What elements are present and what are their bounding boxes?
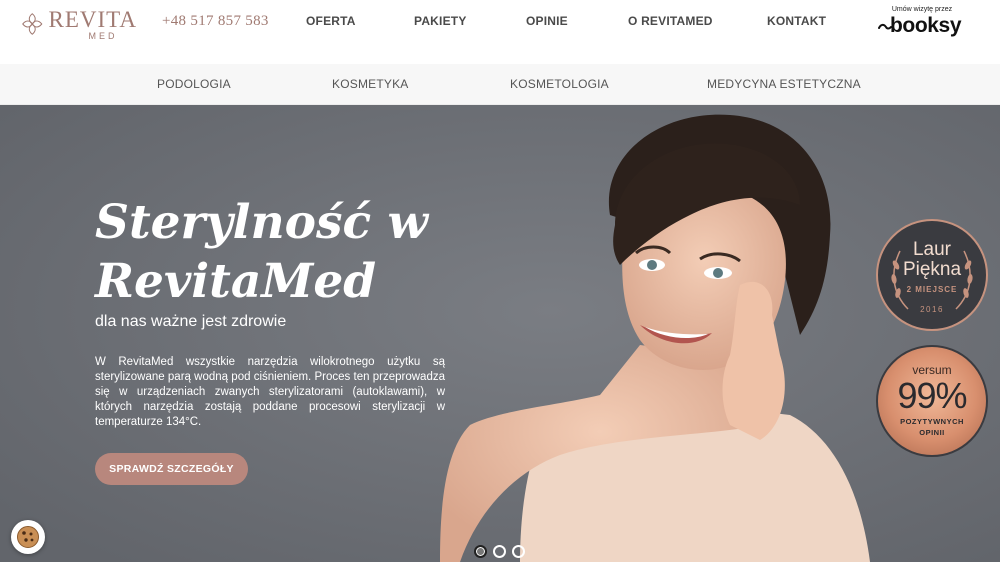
laur-piekna-badge: Laur Piękna 2 MIEJSCE 2016 [876, 219, 988, 331]
nav-kontakt[interactable]: KONTAKT [767, 14, 826, 28]
hero-title-line2: RevitaMed [95, 254, 377, 309]
slide-dot-2[interactable] [493, 545, 506, 558]
hero-slider: Sterylność w RevitaMed dla nas ważne jes… [0, 105, 1000, 562]
cookie-icon [17, 526, 39, 548]
booksy-logo: booksy [890, 14, 962, 37]
logo-subname: MED [88, 30, 118, 41]
category-medycyna-estetyczna[interactable]: MEDYCYNA ESTETYCZNA [707, 77, 861, 91]
booksy-caption: Umów wizytę przez [891, 6, 953, 13]
laur-line2: Piękna [902, 259, 962, 280]
hero-image [0, 105, 1000, 562]
hero-subtitle: dla nas ważne jest zdrowie [95, 313, 287, 330]
nav-opinie[interactable]: OPINIE [526, 14, 568, 28]
versum-percent: 99% [897, 375, 967, 416]
category-kosmetyka[interactable]: KOSMETYKA [332, 77, 408, 91]
slider-pagination [474, 545, 525, 558]
nav-oferta[interactable]: OFERTA [306, 14, 356, 28]
category-nav: PODOLOGIA KOSMETYKA KOSMETOLOGIA MEDYCYN… [0, 64, 1000, 105]
top-header: REVITA MED +48 517 857 583 OFERTA PAKIET… [0, 0, 1000, 64]
details-button[interactable]: SPRAWDŹ SZCZEGÓŁY [95, 453, 248, 485]
laur-line1: Laur [912, 239, 952, 260]
booksy-link[interactable]: Umów wizytę przez booksy [878, 6, 974, 40]
laur-place: 2 MIEJSCE [906, 285, 958, 294]
versum-line1: POZYTYWNYCH [900, 417, 964, 426]
nav-o-revitamed[interactable]: O REVITAMED [628, 14, 713, 28]
laur-year: 2016 [920, 305, 944, 314]
hero-title: Sterylność w RevitaMed [95, 193, 515, 311]
versum-rating-badge: versum 99% POZYTYWNYCH OPINII [876, 345, 988, 457]
nav-pakiety[interactable]: PAKIETY [414, 14, 467, 28]
main-nav: OFERTA PAKIETY OPINIE O REVITAMED KONTAK… [0, 14, 1000, 30]
slide-dot-1[interactable] [474, 545, 487, 558]
versum-line2: OPINII [919, 428, 945, 437]
hero-description: W RevitaMed wszystkie narzędzia wilokrot… [95, 356, 445, 428]
hero-title-line1: Sterylność w [95, 195, 428, 250]
cookie-settings-button[interactable] [11, 520, 45, 554]
category-podologia[interactable]: PODOLOGIA [157, 77, 231, 91]
slide-dot-3[interactable] [512, 545, 525, 558]
category-kosmetologia[interactable]: KOSMETOLOGIA [510, 77, 609, 91]
